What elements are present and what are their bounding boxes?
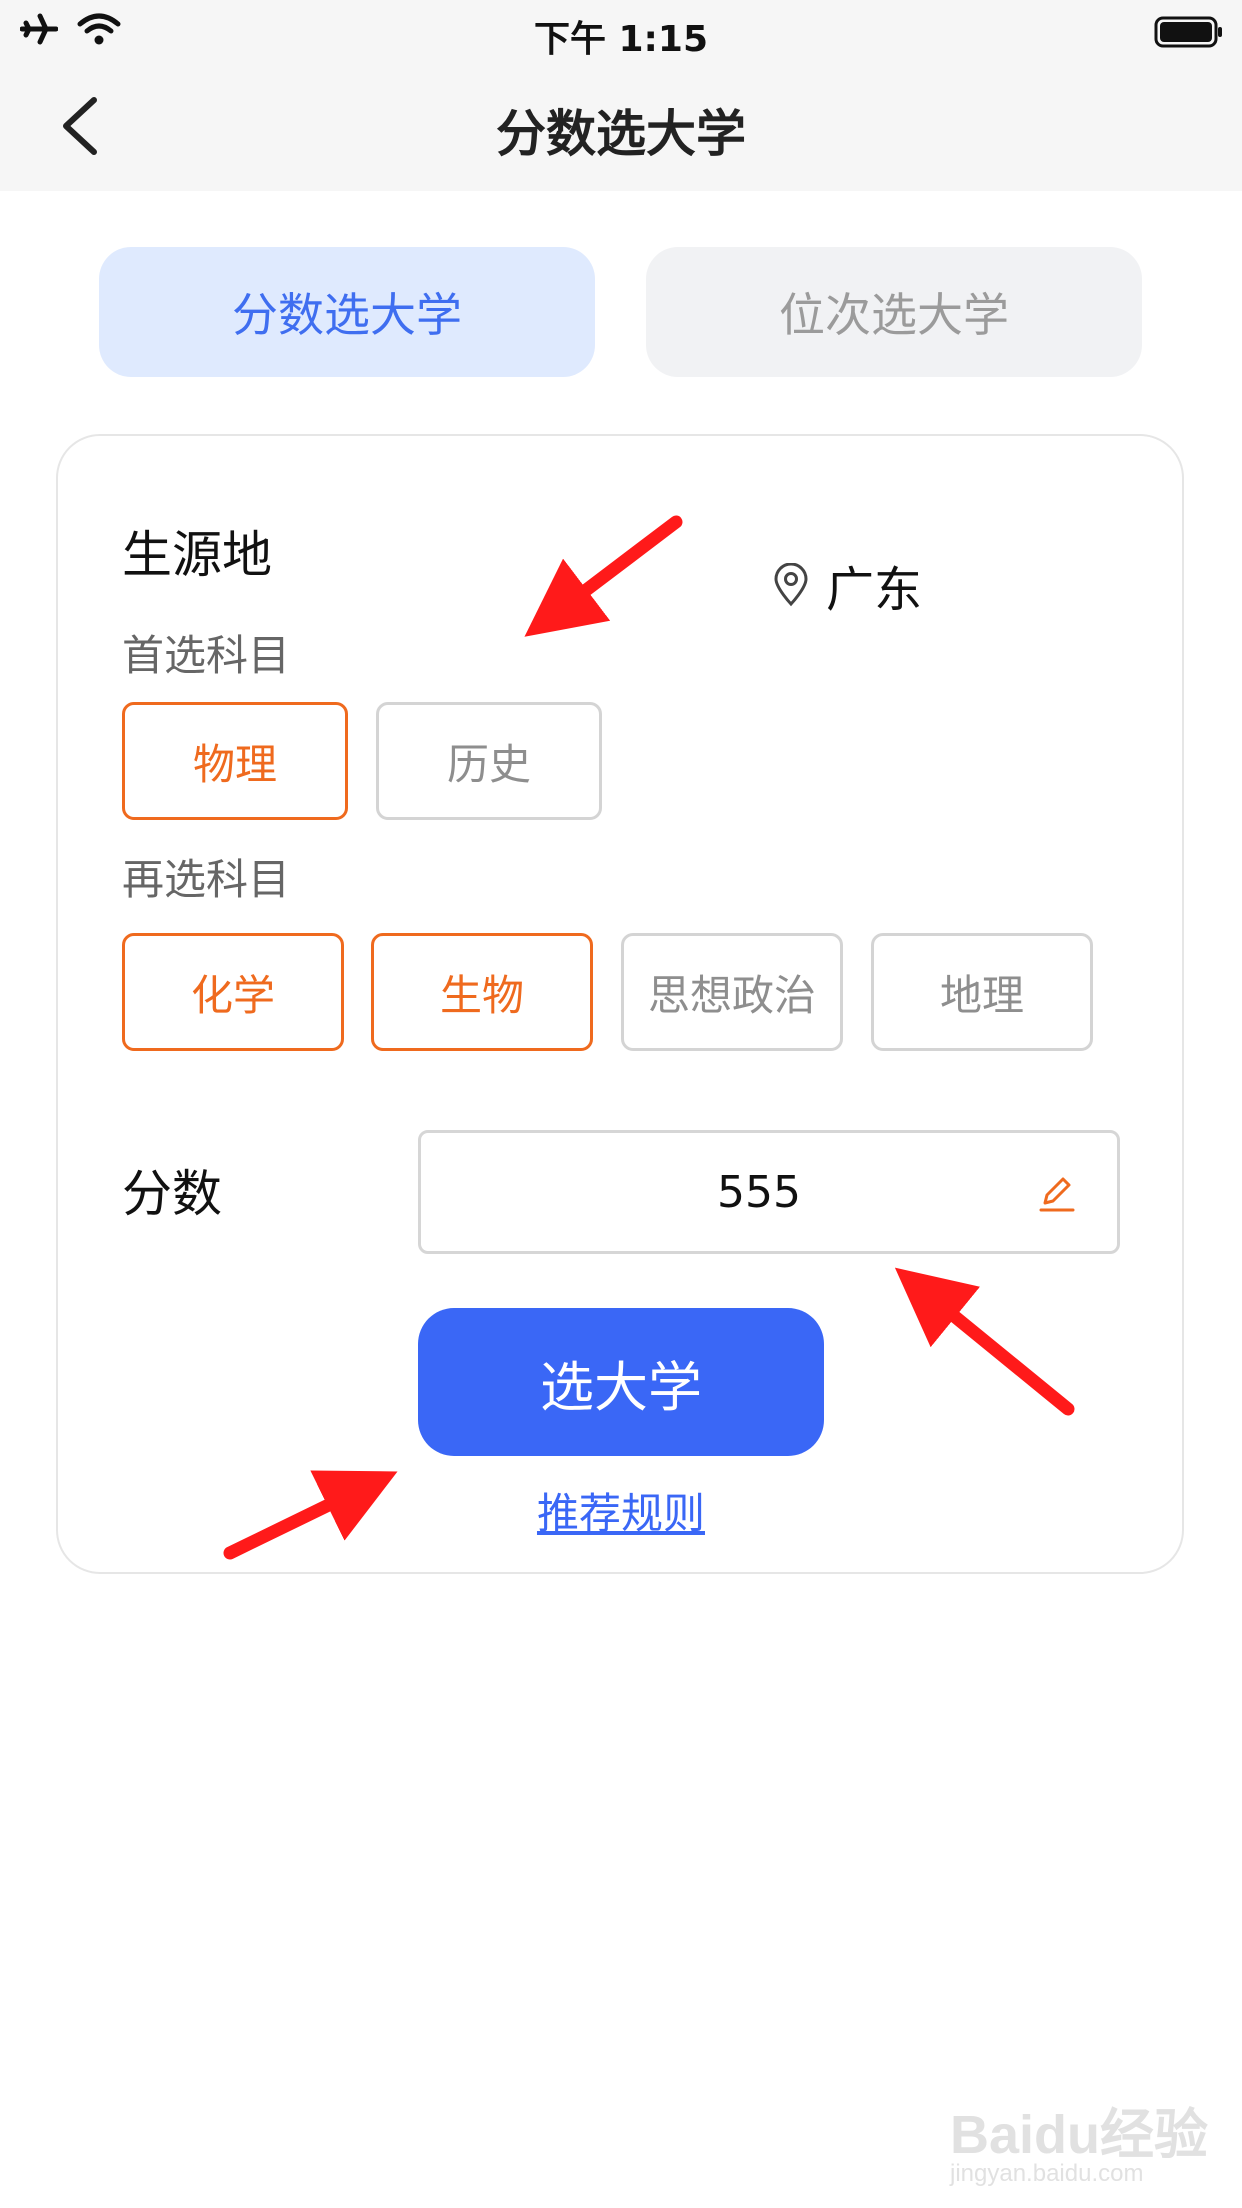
battery-icon xyxy=(1154,16,1222,48)
page-title: 分数选大学 xyxy=(496,105,746,163)
page: 下午 1:15 分数选大学 分数选大学 位次选大学 生源地 广东 首选科目 物理… xyxy=(0,0,1242,2208)
status-time: 下午 1:15 xyxy=(533,19,709,60)
origin-value: 广东 xyxy=(826,562,923,618)
score-value: 555 xyxy=(717,1166,801,1218)
location-pin-icon xyxy=(774,563,808,607)
watermark-url: jingyan.baidu.com xyxy=(950,2160,1144,2187)
top-bar: 下午 1:15 分数选大学 xyxy=(0,0,1242,191)
tab-score[interactable]: 分数选大学 xyxy=(99,247,595,377)
watermark: Baidu经验 jingyan.baidu.com xyxy=(950,2080,1220,2190)
pencil-icon[interactable] xyxy=(1037,1173,1077,1213)
second-subject-label: 再选科目 xyxy=(122,855,291,904)
choose-university-button[interactable]: 选大学 xyxy=(418,1308,824,1456)
subject-chip-history[interactable]: 历史 xyxy=(376,702,602,820)
first-subject-label: 首选科目 xyxy=(122,631,291,680)
score-input[interactable]: 555 xyxy=(418,1130,1120,1254)
subject-chip-chemistry[interactable]: 化学 xyxy=(122,933,344,1051)
tab-rank[interactable]: 位次选大学 xyxy=(646,247,1142,377)
subject-chip-politics[interactable]: 思想政治 xyxy=(621,933,843,1051)
origin-label: 生源地 xyxy=(122,526,272,584)
subject-chip-biology[interactable]: 生物 xyxy=(371,933,593,1051)
subject-chip-geography[interactable]: 地理 xyxy=(871,933,1093,1051)
recommendation-rules-link[interactable]: 推荐规则 xyxy=(0,1480,1242,1541)
subject-chip-physics[interactable]: 物理 xyxy=(122,702,348,820)
score-label: 分数 xyxy=(122,1165,222,1223)
watermark-brand: Baidu经验 xyxy=(950,2105,1209,2165)
origin-selector[interactable]: 广东 xyxy=(772,550,922,620)
